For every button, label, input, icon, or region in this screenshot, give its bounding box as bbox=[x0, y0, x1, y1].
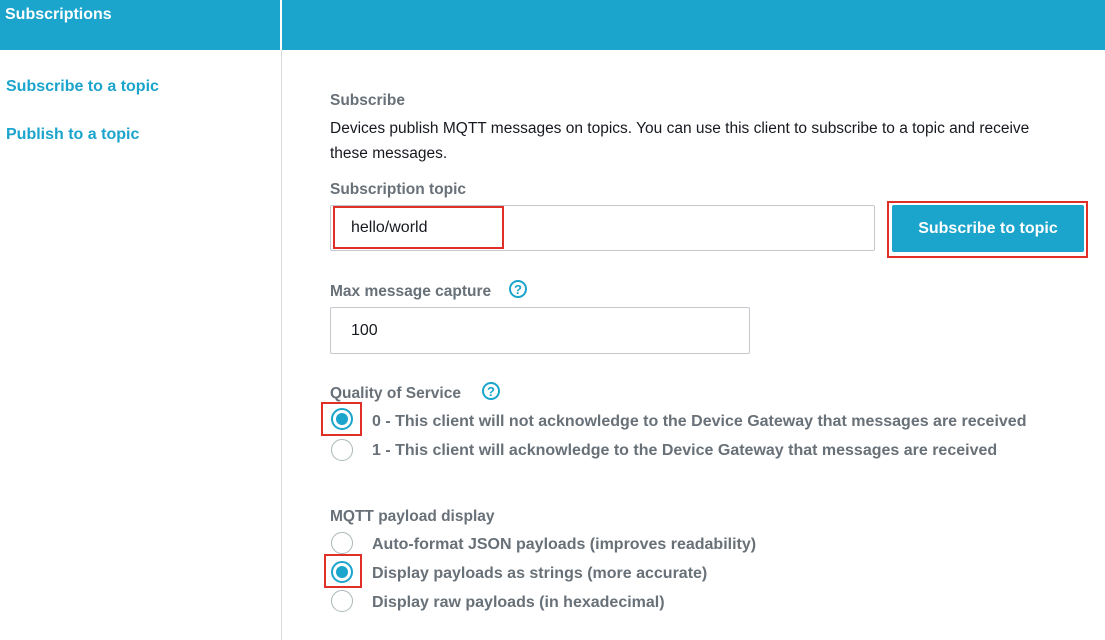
qos-label: Quality of Service bbox=[330, 385, 461, 402]
payload-string-label: Display payloads as strings (more accura… bbox=[372, 565, 708, 582]
payload-string-radio[interactable] bbox=[331, 561, 353, 583]
payload-json-label: Auto-format JSON payloads (improves read… bbox=[372, 536, 757, 553]
radio-selected-dot bbox=[336, 566, 348, 578]
section-description: Devices publish MQTT messages on topics.… bbox=[330, 120, 1030, 162]
section-title: Subscribe bbox=[330, 92, 405, 109]
page-title: Subscriptions bbox=[5, 6, 112, 23]
max-capture-label: Max message capture bbox=[330, 283, 492, 300]
payload-display-label: MQTT payload display bbox=[330, 508, 495, 525]
qos-0-radio[interactable] bbox=[331, 408, 353, 430]
subscribe-button[interactable]: Subscribe to topic bbox=[892, 205, 1084, 252]
qos-help-icon[interactable]: ? bbox=[482, 382, 500, 400]
payload-json-radio[interactable] bbox=[331, 532, 353, 554]
max-capture-input[interactable]: 100 bbox=[330, 307, 750, 354]
topic-label: Subscription topic bbox=[330, 181, 467, 198]
radio-selected-dot bbox=[336, 413, 348, 425]
qos-1-label: 1 - This client will acknowledge to the … bbox=[372, 442, 998, 459]
qos-0-label: 0 - This client will not acknowledge to … bbox=[372, 413, 1027, 430]
max-capture-value: 100 bbox=[351, 321, 378, 339]
sidebar-item-subscribe[interactable]: Subscribe to a topic bbox=[6, 78, 159, 96]
qos-1-radio[interactable] bbox=[331, 439, 353, 461]
sidebar-item-publish[interactable]: Publish to a topic bbox=[6, 126, 139, 144]
top-bar: Subscriptions bbox=[0, 0, 1105, 50]
max-capture-help-icon[interactable]: ? bbox=[509, 280, 527, 298]
payload-hex-radio[interactable] bbox=[331, 590, 353, 612]
top-bar-divider bbox=[280, 0, 282, 50]
topic-input[interactable]: hello/world bbox=[330, 205, 875, 251]
sidebar-divider bbox=[281, 50, 282, 640]
payload-hex-label: Display raw payloads (in hexadecimal) bbox=[372, 594, 665, 611]
topic-input-value: hello/world bbox=[351, 219, 428, 236]
